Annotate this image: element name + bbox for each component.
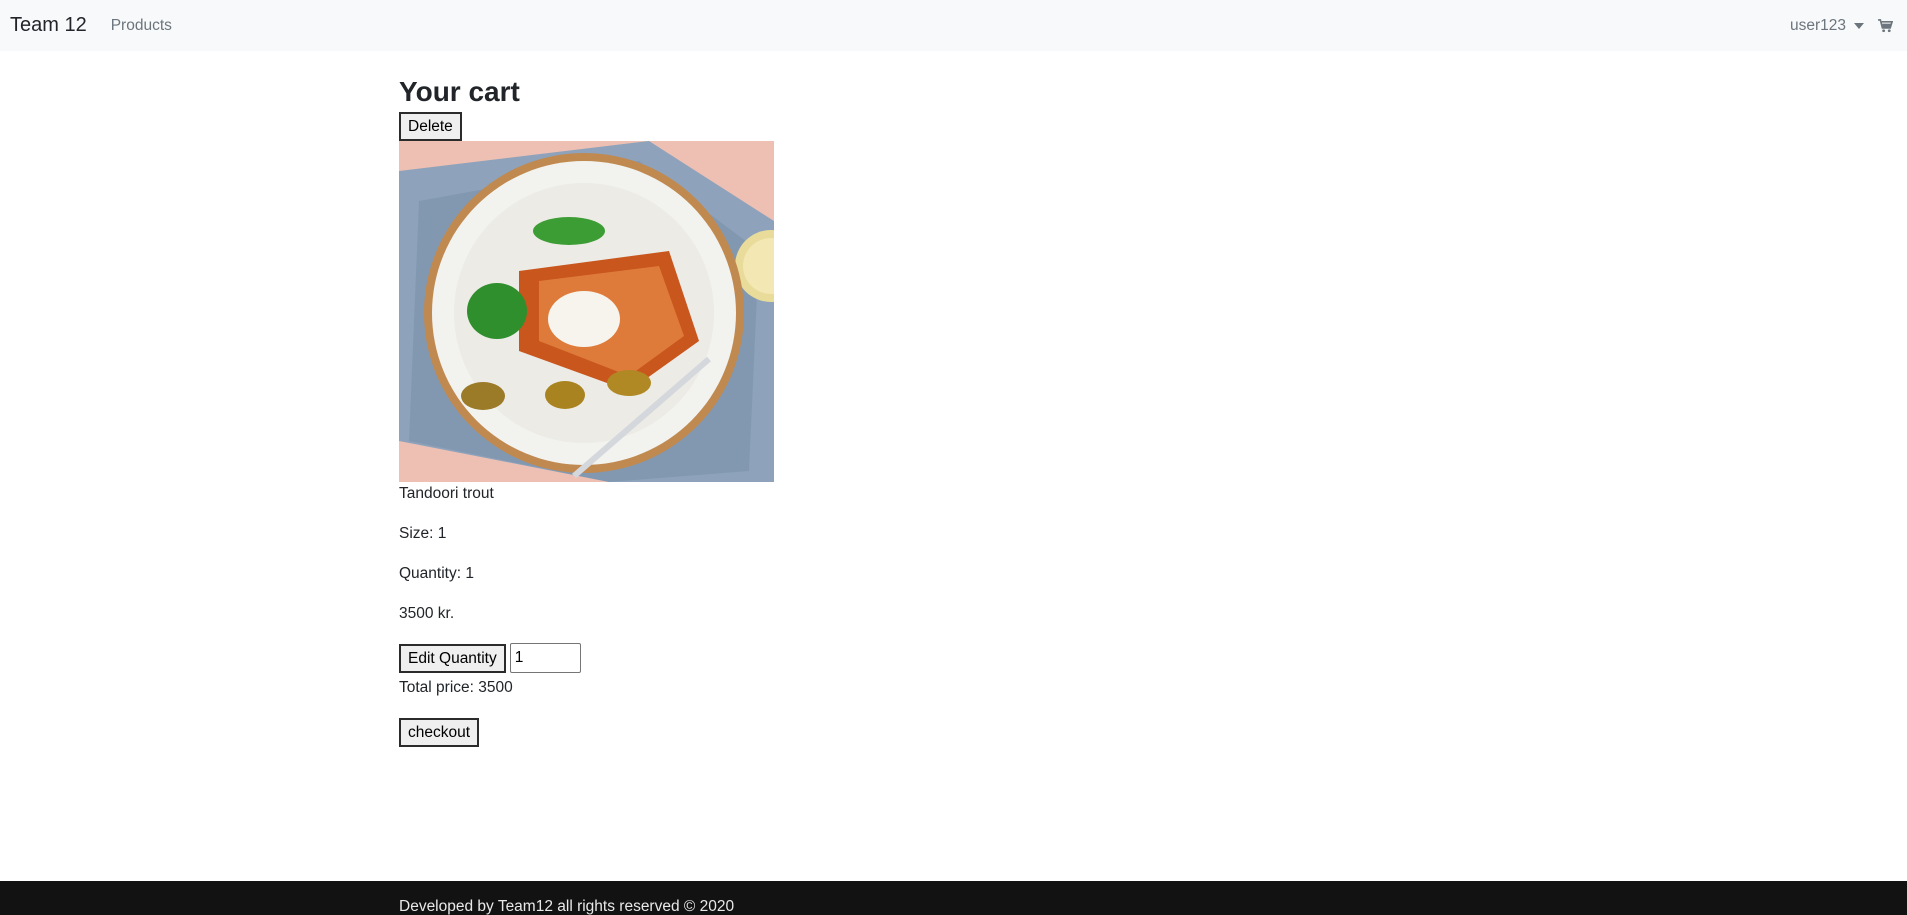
edit-quantity-row: Edit Quantity	[399, 643, 1099, 673]
cart-item-size: Size: 1	[399, 525, 447, 542]
user-dropdown-toggle[interactable]: user123	[1790, 17, 1864, 35]
total-price: Total price: 3500	[399, 679, 513, 696]
footer: Developed by Team12 all rights reserved …	[0, 881, 1907, 915]
cart-main: Your cart Delete Tandoori trout Size: 1 …	[399, 74, 1099, 747]
navbar: Team 12 Products user123	[0, 0, 1907, 51]
product-image	[399, 141, 807, 482]
nav-link-products[interactable]: Products	[111, 17, 172, 35]
delete-button[interactable]: Delete	[399, 112, 462, 141]
cart-item-price: 3500 kr.	[399, 605, 455, 622]
cart-item-name: Tandoori trout	[399, 485, 494, 502]
navbar-right: user123	[1790, 0, 1893, 51]
checkout-button[interactable]: checkout	[399, 718, 480, 747]
brand-link[interactable]: Team 12	[10, 14, 87, 37]
edit-quantity-button[interactable]: Edit Quantity	[399, 643, 506, 673]
page-title: Your cart	[399, 76, 520, 107]
cart-item-quantity: Quantity: 1	[399, 565, 474, 582]
footer-text: Developed by Team12 all rights reserved …	[399, 898, 735, 915]
quantity-input[interactable]	[509, 643, 581, 673]
caret-down-icon	[1854, 22, 1864, 29]
shopping-cart-icon[interactable]	[1878, 18, 1893, 33]
user-name: user123	[1789, 16, 1846, 34]
